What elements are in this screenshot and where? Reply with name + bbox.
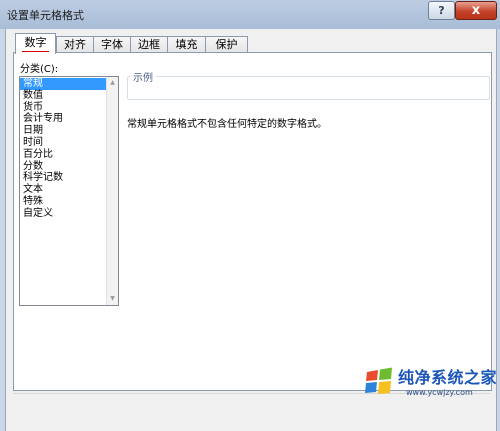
- tab-panel-number: 分类(C): 常规 数值 货币 会计专用 日期 时间 百分比 分数 科学记数 文…: [13, 52, 492, 391]
- tab-protection-label: 保护: [215, 38, 238, 51]
- tab-fill-label: 填充: [175, 38, 198, 51]
- tab-alignment[interactable]: 对齐: [56, 36, 93, 53]
- category-item-custom[interactable]: 自定义: [20, 208, 106, 220]
- scroll-down-icon[interactable]: ▼: [109, 294, 116, 304]
- tab-font-label: 字体: [101, 38, 123, 51]
- help-button[interactable]: ?: [428, 1, 455, 20]
- watermark-text: 纯净系统之家: [398, 368, 498, 387]
- category-item-text[interactable]: 文本: [20, 184, 106, 196]
- watermark-url: www.ycwjzy.com: [406, 388, 473, 397]
- tab-number-label: 数字: [24, 36, 47, 49]
- title-bar: 设置单元格格式 ? x: [0, 0, 500, 29]
- category-item-scientific[interactable]: 科学记数: [20, 172, 106, 184]
- scroll-up-icon[interactable]: ▲: [109, 78, 116, 88]
- close-button[interactable]: x: [455, 1, 497, 20]
- category-item-general[interactable]: 常规: [20, 78, 106, 90]
- close-icon: x: [471, 3, 481, 18]
- category-item-currency[interactable]: 货币: [20, 102, 106, 114]
- tab-number[interactable]: 数字: [15, 33, 56, 54]
- tab-border-label: 边框: [138, 38, 160, 51]
- category-item-number[interactable]: 数值: [20, 90, 106, 102]
- sample-legend: 示例: [130, 69, 156, 84]
- category-listbox[interactable]: 常规 数值 货币 会计专用 日期 时间 百分比 分数 科学记数 文本 特殊 自定…: [19, 76, 119, 306]
- category-item-time[interactable]: 时间: [20, 137, 106, 149]
- category-item-fraction[interactable]: 分数: [20, 161, 106, 173]
- category-scrollbar[interactable]: ▲ ▼: [106, 77, 118, 305]
- category-item-date[interactable]: 日期: [20, 125, 106, 137]
- tab-font[interactable]: 字体: [93, 36, 130, 53]
- category-list: 常规 数值 货币 会计专用 日期 时间 百分比 分数 科学记数 文本 特殊 自定…: [20, 78, 106, 220]
- category-item-special[interactable]: 特殊: [20, 196, 106, 208]
- tab-alignment-label: 对齐: [64, 38, 86, 51]
- tab-strip: 数字 对齐 字体 边框 填充 保护: [15, 33, 248, 54]
- windows-logo-icon: [365, 367, 392, 394]
- format-description: 常规单元格格式不包含任何特定的数字格式。: [127, 119, 327, 130]
- category-item-percentage[interactable]: 百分比: [20, 149, 106, 161]
- tab-border[interactable]: 边框: [130, 36, 167, 53]
- category-item-accounting[interactable]: 会计专用: [20, 113, 106, 125]
- window-title: 设置单元格格式: [7, 9, 84, 22]
- category-label: 分类(C):: [20, 64, 59, 75]
- tab-protection[interactable]: 保护: [205, 36, 248, 53]
- help-icon: ?: [438, 4, 445, 17]
- watermark-logo: 纯净系统之家 www.ycwjzy.com: [362, 363, 498, 403]
- active-tab-underline: [22, 51, 49, 52]
- sample-group: 示例: [127, 69, 490, 100]
- tab-fill[interactable]: 填充: [167, 36, 205, 53]
